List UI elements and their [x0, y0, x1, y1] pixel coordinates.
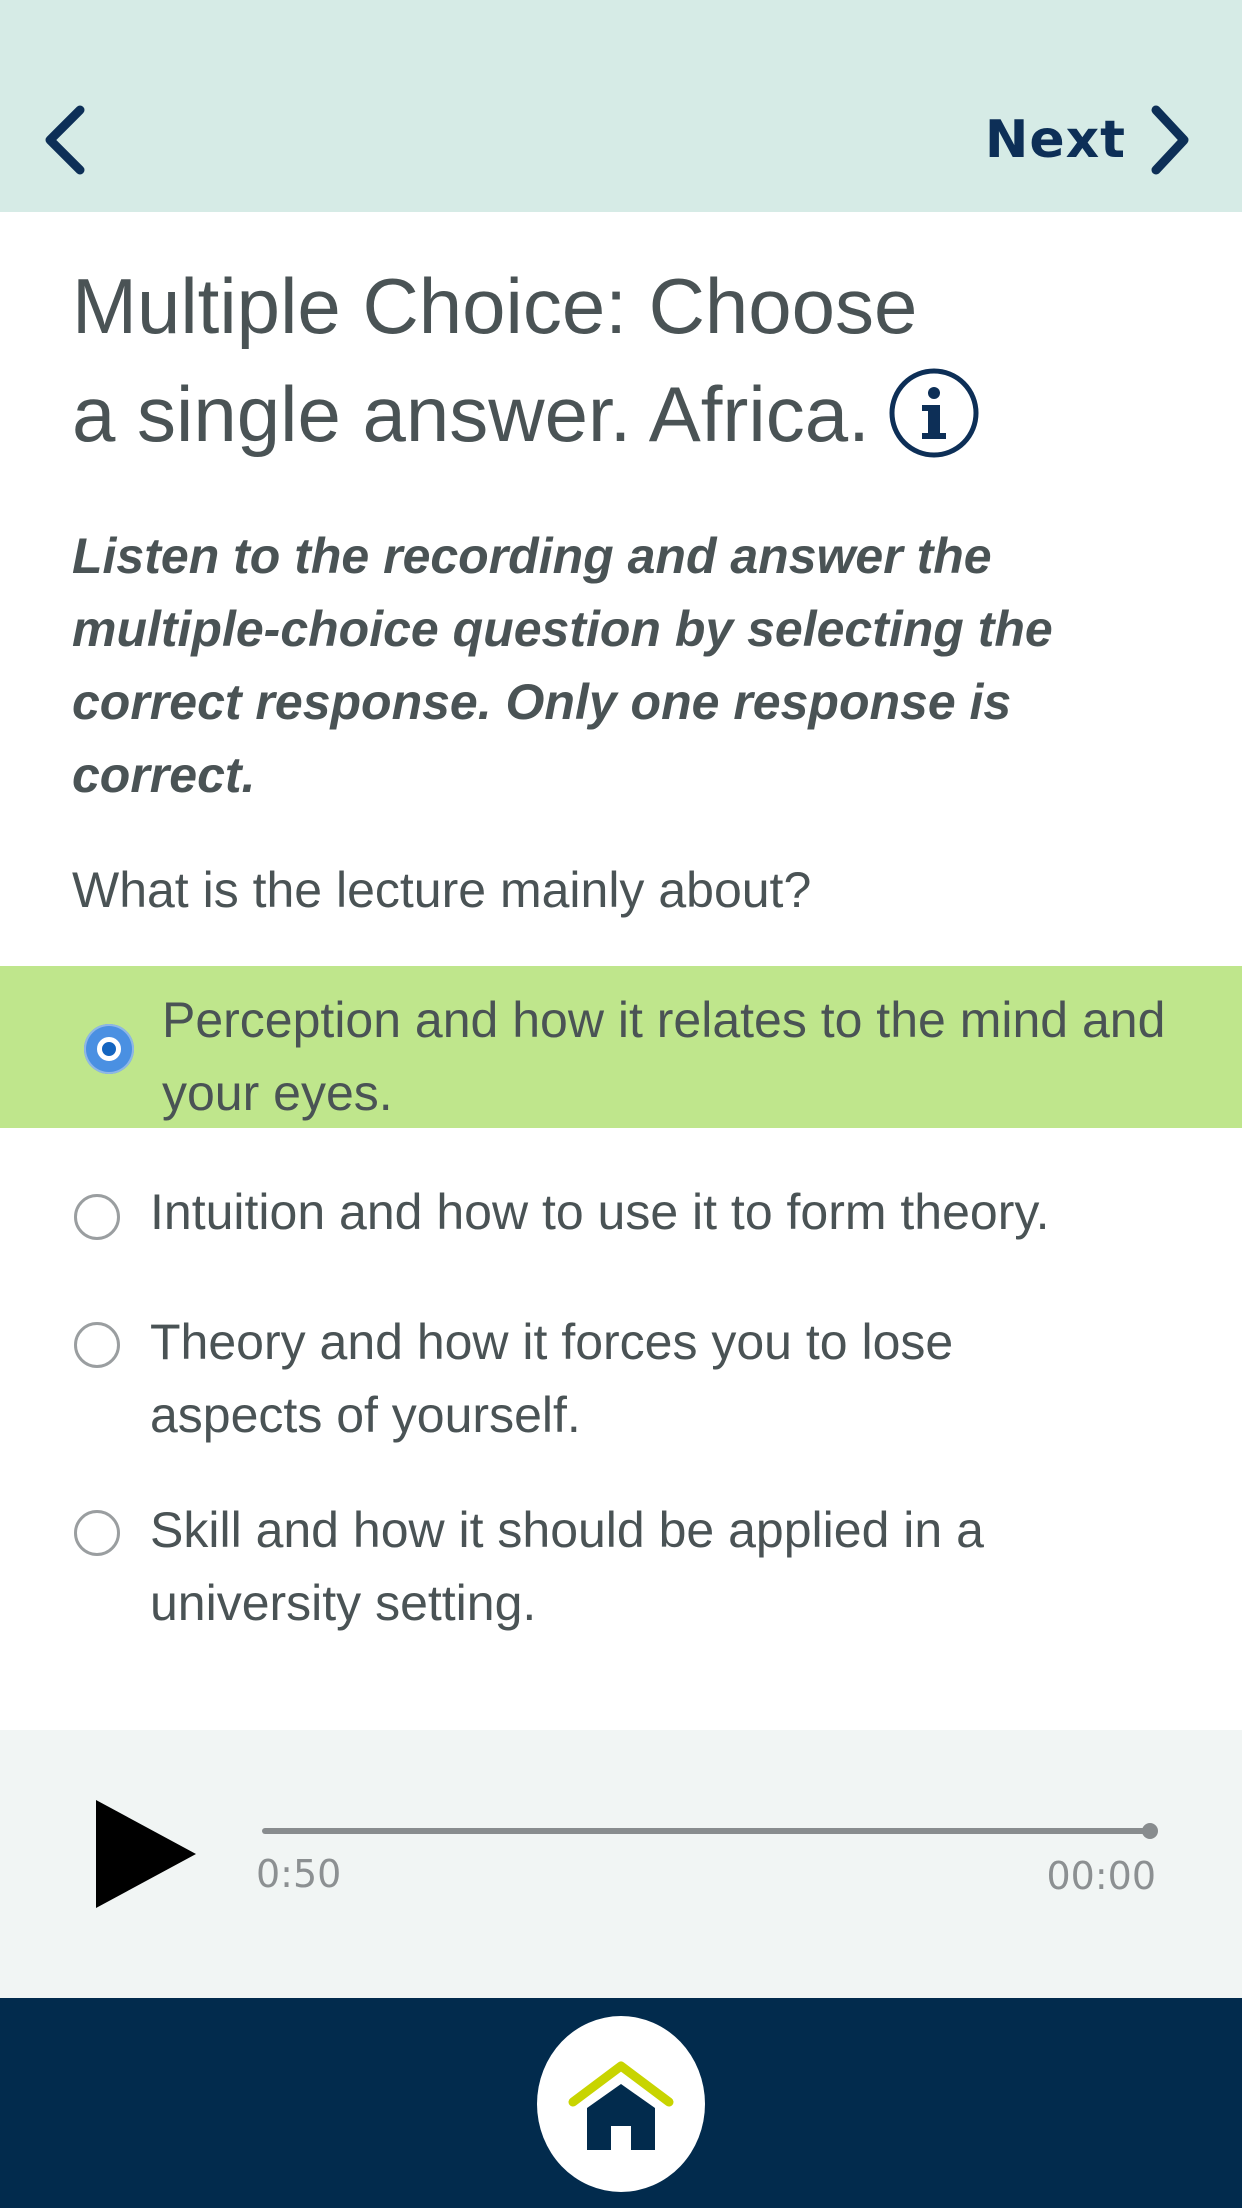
progress-track[interactable] — [262, 1823, 1158, 1839]
radio-selected-icon[interactable] — [84, 1024, 134, 1074]
progress-knob[interactable] — [1142, 1823, 1158, 1839]
page-title-line-1: Multiple Choice: Choose — [72, 262, 918, 350]
play-button[interactable] — [94, 1798, 198, 1910]
radio-icon[interactable] — [74, 1322, 120, 1368]
answer-option-label: Intuition and how to use it to form theo… — [150, 1184, 1050, 1240]
chevron-left-icon — [45, 105, 85, 175]
answer-option-2[interactable]: Intuition and how to use it to form theo… — [0, 1176, 1242, 1256]
page-title-line-2: a single answer. Africa. — [72, 370, 870, 458]
answer-option-3[interactable]: Theory and how it forces you to lose asp… — [0, 1306, 1242, 1456]
radio-icon[interactable] — [74, 1510, 120, 1556]
bottom-nav-bar — [0, 1998, 1242, 2208]
audio-player: 0:50 00:00 — [0, 1730, 1242, 1998]
top-bar: Next — [0, 0, 1242, 212]
page-title: Multiple Choice: Choose a single answer.… — [72, 252, 1172, 468]
chevron-right-icon — [1151, 105, 1189, 175]
answer-option-label: Theory and how it forces you to lose asp… — [150, 1314, 954, 1443]
home-icon — [568, 2061, 674, 2150]
answer-option-label: Perception and how it relates to the min… — [162, 992, 1166, 1121]
question-text: What is the lecture mainly about? — [72, 862, 812, 918]
next-label: Next — [984, 110, 1126, 170]
answer-option-1[interactable]: Perception and how it relates to the min… — [0, 966, 1242, 1128]
answer-option-4[interactable]: Skill and how it should be applied in a … — [0, 1494, 1242, 1644]
home-button[interactable] — [537, 2016, 705, 2192]
remaining-time: 00:00 — [1046, 1854, 1156, 1898]
back-button[interactable] — [36, 100, 96, 180]
play-icon — [96, 1800, 196, 1908]
info-icon[interactable] — [888, 367, 980, 459]
radio-icon[interactable] — [74, 1194, 120, 1240]
instructions-text: Listen to the recording and answer the m… — [72, 528, 1053, 803]
answer-option-label: Skill and how it should be applied in a … — [150, 1502, 984, 1631]
elapsed-time: 0:50 — [256, 1852, 342, 1896]
next-button[interactable]: Next — [985, 100, 1192, 180]
